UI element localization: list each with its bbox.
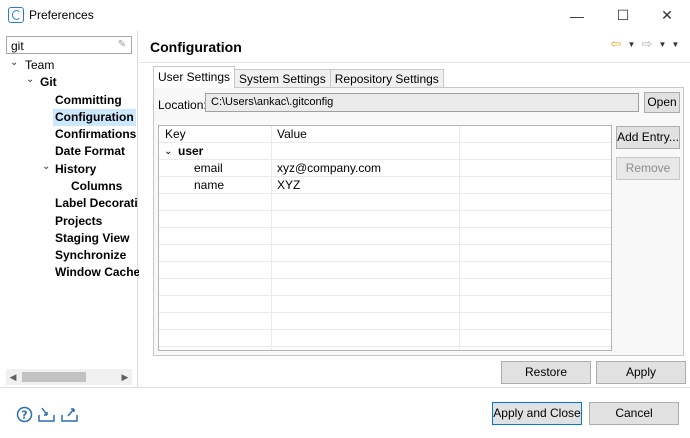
export-preferences-icon[interactable]	[61, 406, 78, 423]
tree-item-confirmations[interactable]: Confirmations	[55, 126, 136, 143]
row-key: name	[194, 178, 225, 192]
tree-item-git[interactable]: Git	[40, 74, 57, 91]
expand-git-icon[interactable]: ⌄	[26, 74, 36, 91]
add-entry-button[interactable]: Add Entry...	[616, 126, 680, 149]
remove-button[interactable]: Remove	[616, 157, 680, 180]
forward-history-dropdown-icon[interactable]: ▼	[658, 40, 667, 49]
apply-button[interactable]: Apply	[596, 361, 686, 384]
empty-row	[159, 228, 611, 245]
settings-tabs: User Settings System Settings Repository…	[153, 66, 444, 88]
tree-item-synchronize[interactable]: Synchronize	[55, 247, 126, 264]
table-row[interactable]: name XYZ	[159, 177, 611, 194]
empty-row	[159, 262, 611, 279]
import-preferences-icon[interactable]	[38, 406, 55, 423]
cancel-button[interactable]: Cancel	[589, 402, 679, 425]
restore-defaults-button[interactable]: Restore Defaults	[501, 361, 591, 400]
expand-team-icon[interactable]: ⌄	[10, 57, 20, 74]
view-menu-icon[interactable]: ▼	[671, 40, 680, 49]
empty-row	[159, 279, 611, 296]
collapse-user-icon[interactable]: ⌄	[164, 143, 172, 160]
page-title: Configuration	[150, 39, 242, 55]
tree-item-window-cache[interactable]: Window Cache	[55, 264, 140, 281]
horizontal-scrollbar[interactable]: ◀ ▶	[6, 369, 132, 385]
table-header: Key Value	[159, 126, 611, 143]
tab-system-settings[interactable]: System Settings	[234, 69, 331, 88]
tree-item-configuration[interactable]: Configuration	[53, 109, 136, 126]
forward-arrow-icon[interactable]: ⇨	[640, 36, 654, 52]
row-value: XYZ	[277, 178, 301, 192]
table-row[interactable]: email xyz@company.com	[159, 160, 611, 177]
scroll-left-icon[interactable]: ◀	[6, 369, 20, 385]
table-row[interactable]: ⌄ user	[159, 143, 611, 160]
tree-item-history[interactable]: History	[55, 161, 96, 178]
header-key[interactable]: Key	[165, 126, 186, 143]
location-field: C:\Users\ankac\.gitconfig	[205, 93, 639, 112]
config-table[interactable]: Key Value ⌄ user email xyz@company.com n…	[158, 125, 612, 351]
empty-row	[159, 330, 611, 347]
back-arrow-icon[interactable]: ⇦	[609, 36, 623, 52]
window-title: Preferences	[29, 8, 94, 22]
row-key: email	[194, 161, 223, 175]
minimize-button[interactable]: —	[554, 0, 600, 31]
empty-row	[159, 211, 611, 228]
row-value: xyz@company.com	[277, 161, 381, 175]
tree-item-team[interactable]: Team	[25, 57, 54, 74]
dialog-footer: ? Apply and Close Cancel	[0, 387, 690, 438]
empty-row	[159, 194, 611, 211]
tree-item-staging-view[interactable]: Staging View	[55, 230, 129, 247]
row-key: user	[178, 144, 204, 158]
tree-item-projects[interactable]: Projects	[55, 213, 102, 230]
maximize-button[interactable]: ☐	[600, 0, 646, 31]
empty-row	[159, 313, 611, 330]
scroll-thumb[interactable]	[22, 372, 86, 382]
filter-text: git	[11, 39, 24, 53]
preference-page: Configuration ⇦ ▼ ⇨ ▼ ▼ User Settings Sy…	[139, 31, 690, 400]
back-history-dropdown-icon[interactable]: ▼	[627, 40, 636, 49]
user-settings-panel: Location: C:\Users\ankac\.gitconfig Open…	[153, 87, 684, 356]
title-separator	[139, 62, 690, 63]
filter-input[interactable]: git ✎	[6, 36, 132, 54]
close-button[interactable]: ✕	[644, 0, 690, 31]
tree-item-columns[interactable]: Columns	[71, 178, 122, 195]
scroll-right-icon[interactable]: ▶	[118, 369, 132, 385]
tree-item-label-decorations[interactable]: Label Decorati	[55, 195, 138, 212]
open-button[interactable]: Open	[644, 92, 680, 113]
expand-history-icon[interactable]: ⌄	[42, 161, 52, 178]
location-label: Location:	[158, 98, 207, 112]
eclipse-app-icon	[8, 7, 24, 23]
title-bar: Preferences — ☐ ✕	[0, 0, 690, 31]
clear-filter-icon[interactable]: ✎	[116, 39, 128, 51]
help-icon[interactable]: ?	[16, 406, 33, 423]
empty-row	[159, 296, 611, 313]
svg-text:?: ?	[21, 409, 27, 422]
tab-user-settings[interactable]: User Settings	[153, 66, 236, 88]
header-value[interactable]: Value	[277, 126, 307, 143]
apply-and-close-button[interactable]: Apply and Close	[492, 402, 582, 425]
preferences-tree-pane: git ✎ ⌄ Team ⌄ Git Committing Configurat…	[0, 31, 140, 387]
empty-row	[159, 245, 611, 262]
tree-item-committing[interactable]: Committing	[55, 92, 122, 109]
tab-repository-settings[interactable]: Repository Settings	[329, 69, 444, 88]
tree-item-date-format[interactable]: Date Format	[55, 143, 125, 160]
page-navigation: ⇦ ▼ ⇨ ▼ ▼	[609, 36, 680, 52]
